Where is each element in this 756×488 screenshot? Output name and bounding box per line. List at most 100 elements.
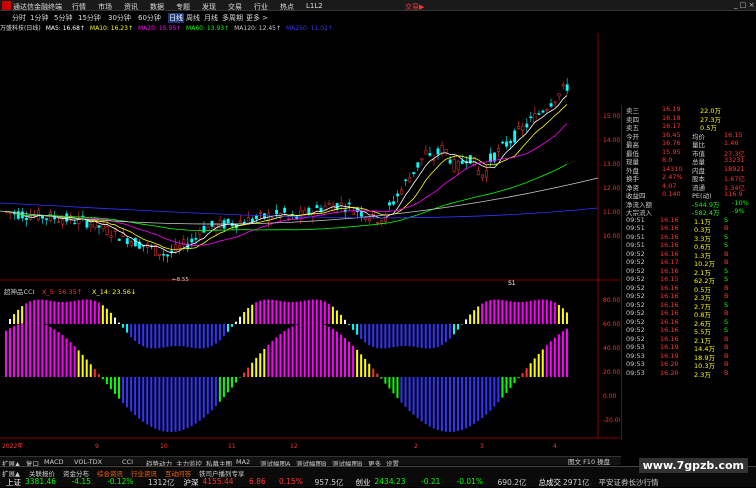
- cci-bar-upper: [86, 299, 88, 324]
- indicator-tab[interactable]: MACD: [44, 458, 63, 466]
- stat-value: 16.45: [662, 131, 681, 139]
- cci-bar-lower: [526, 368, 528, 377]
- cci-bar-lower: [138, 377, 140, 419]
- candle-body: [179, 246, 181, 248]
- ask-price: 16.19: [662, 105, 681, 113]
- index-value: 平安证券长沙行情: [599, 477, 659, 488]
- menu-item[interactable]: 市场: [98, 2, 112, 12]
- cci-bar-lower: [445, 377, 447, 432]
- period-tab[interactable]: 分时: [12, 13, 26, 23]
- period-tab[interactable]: 5分钟: [54, 13, 72, 23]
- kline-chart[interactable]: 15.0014.0013.0012.0011.0010.0080.0060.00…: [0, 33, 620, 478]
- cci-bar-lower: [481, 377, 483, 418]
- quote-row: 09:5216.161.3万B: [622, 250, 756, 259]
- cci-bar-lower: [41, 324, 43, 377]
- cci-bar-lower: [312, 322, 314, 377]
- quote-row: 净资4.07流通1.34亿: [622, 182, 756, 191]
- menu-item[interactable]: 行业: [254, 2, 268, 12]
- period-tab[interactable]: 多周期: [222, 13, 243, 23]
- period-tab[interactable]: 1分钟: [30, 13, 48, 23]
- cci-bar-upper: [13, 314, 15, 324]
- cci-bar-upper: [158, 324, 160, 348]
- trade-price: 16.15: [660, 275, 679, 283]
- x-axis-label: 3: [480, 443, 484, 450]
- index-value: 上证: [6, 477, 21, 488]
- cci-bar-lower: [70, 342, 72, 377]
- menu-item[interactable]: 资讯: [124, 2, 138, 12]
- cci-bar-upper: [336, 311, 338, 324]
- trade-time: 09:51: [626, 233, 645, 241]
- index-value: 创业: [356, 477, 371, 488]
- candle-body: [203, 226, 205, 232]
- menu-item[interactable]: 行情: [72, 2, 86, 12]
- trade-price: 16.16: [660, 284, 679, 292]
- trade-time: 09:51: [626, 216, 645, 224]
- trade-price: 16.16: [660, 335, 679, 343]
- period-tab[interactable]: 日线: [168, 13, 184, 23]
- menu-item[interactable]: 专题: [176, 2, 190, 12]
- cci-bar-lower: [203, 377, 205, 418]
- cci-bar-upper: [445, 324, 447, 342]
- quote-row: 09:5216.1562.2万S: [622, 275, 756, 284]
- cci-bar-upper: [477, 306, 479, 324]
- quote-row: 09:5316.1914.4万B: [622, 343, 756, 352]
- cci-bar-lower: [9, 328, 11, 377]
- cci-bar-upper: [332, 307, 334, 324]
- cci-bar-lower: [263, 349, 265, 377]
- menu-item[interactable]: 热点: [280, 2, 294, 12]
- menu-item[interactable]: 数据: [150, 2, 164, 12]
- candle-body: [106, 226, 108, 234]
- indicator-tab[interactable]: MA2: [236, 458, 250, 466]
- cci-bar-lower: [288, 328, 290, 377]
- period-tab[interactable]: 更多 >: [246, 13, 268, 23]
- cci-bar-upper: [469, 315, 471, 324]
- period-tab[interactable]: 15分钟: [78, 13, 101, 23]
- cci-bar-lower: [469, 377, 471, 426]
- cci-bar-lower: [243, 373, 245, 377]
- menu-item[interactable]: 交易: [228, 2, 242, 12]
- menu-item[interactable]: L1L2: [306, 2, 323, 10]
- cci-bar-lower: [509, 377, 511, 388]
- candle-body: [98, 226, 100, 228]
- trade-button[interactable]: 交易▶: [405, 2, 424, 12]
- trade-side: B: [724, 309, 728, 317]
- window-controls[interactable]: _ □ ×: [734, 1, 754, 9]
- x-axis-label: 9: [95, 443, 99, 450]
- candle-body: [505, 142, 507, 147]
- candle-body: [191, 239, 193, 242]
- candle-body: [497, 148, 499, 151]
- period-tab[interactable]: 60分钟: [138, 13, 161, 23]
- candle-body: [223, 221, 225, 229]
- cci-bar-upper: [126, 324, 128, 333]
- period-tab[interactable]: 30分钟: [108, 13, 131, 23]
- menu-item[interactable]: 发现: [202, 2, 216, 12]
- cci-bar-lower: [219, 377, 221, 402]
- cci-bar-lower: [106, 377, 108, 384]
- cci-bar-upper: [449, 324, 451, 339]
- cci-bar-lower: [195, 377, 197, 424]
- cci-bar-lower: [199, 377, 201, 421]
- cci-bar-lower: [433, 377, 435, 428]
- period-tab[interactable]: 月线: [204, 13, 218, 23]
- cci-bar-lower: [227, 377, 229, 392]
- cci-bar-upper: [352, 324, 354, 330]
- trade-time: 09:53: [626, 369, 645, 377]
- cci-bar-upper: [283, 302, 285, 324]
- candle-body: [62, 220, 64, 224]
- cci-bar-lower: [45, 325, 47, 377]
- right-panel-tabs[interactable]: 图文 F10 操盘: [568, 456, 610, 466]
- cci-bar-lower: [328, 327, 330, 377]
- cci-bar-lower: [542, 349, 544, 377]
- cci-bar-upper: [134, 324, 136, 341]
- cci-bar-upper: [70, 301, 72, 324]
- cci-bar-lower: [380, 377, 382, 379]
- indicator-tab[interactable]: CCI: [122, 458, 133, 466]
- cci-bar-upper: [481, 304, 483, 324]
- indicator-tab[interactable]: VOL-TDX: [74, 458, 102, 466]
- trade-price: 16.16: [660, 216, 679, 224]
- cci-bar-lower: [514, 377, 516, 383]
- cci-bar-upper: [29, 301, 31, 324]
- period-tab[interactable]: 周线: [186, 13, 200, 23]
- cci-bar-upper: [292, 302, 294, 324]
- cci-bar-lower: [247, 368, 249, 377]
